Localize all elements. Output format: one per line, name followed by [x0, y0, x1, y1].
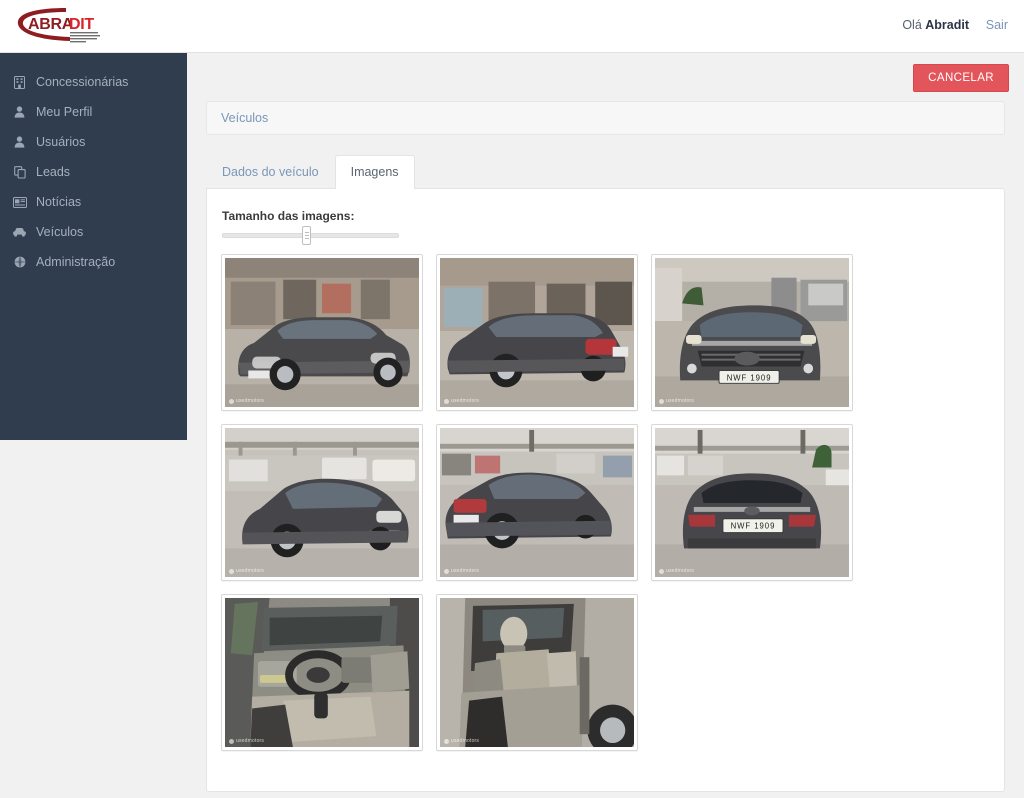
sidebar-item-label: Notícias	[36, 195, 82, 209]
sidebar-item-label: Meu Perfil	[36, 105, 93, 119]
sidebar-item-concessionarias[interactable]: Concessionárias	[0, 67, 187, 97]
building-icon	[10, 75, 29, 89]
sidebar-item-label: Administração	[36, 255, 116, 269]
gallery-thumbnail[interactable]: usedmotors	[221, 424, 423, 581]
vehicle-photo-rear-left-garage: usedmotors	[440, 258, 634, 407]
image-gallery: usedmotors usedmotors NWF 1909 usedmotor…	[221, 254, 990, 751]
sidebar-item-usuarios[interactable]: Usuários	[0, 127, 187, 157]
svg-text:NWF 1909: NWF 1909	[727, 373, 772, 382]
gallery-thumbnail[interactable]: NWF 1909 usedmotors	[651, 424, 853, 581]
top-header: ABRA DIT Olá Abradit Sair	[0, 0, 1024, 53]
tab-imagens[interactable]: Imagens	[334, 155, 415, 189]
sidebar-nav: Concessionárias Meu Perfil Usuários Lead…	[0, 53, 187, 440]
grip-line	[304, 235, 309, 236]
tab-bar: Dados do veículo Imagens	[206, 155, 1005, 189]
vehicle-photo-rear-plate: NWF 1909 usedmotors	[655, 428, 849, 577]
image-size-slider-handle[interactable]	[302, 226, 311, 245]
logo-graphic: ABRA DIT	[17, 8, 100, 43]
user-icon	[10, 105, 29, 119]
main-content: CANCELAR Veículos Dados do veículo Image…	[187, 53, 1024, 798]
sidebar-item-administracao[interactable]: Administração	[0, 247, 187, 277]
gallery-thumbnail[interactable]: usedmotors	[436, 594, 638, 751]
sidebar-item-label: Leads	[36, 165, 71, 179]
logout-link[interactable]: Sair	[986, 18, 1008, 32]
sidebar-item-label: Veículos	[36, 225, 84, 239]
image-size-slider[interactable]	[222, 226, 399, 245]
sidebar-item-leads[interactable]: Leads	[0, 157, 187, 187]
sidebar-item-meu-perfil[interactable]: Meu Perfil	[0, 97, 187, 127]
grip-line	[304, 238, 309, 239]
user-icon	[10, 135, 29, 149]
gallery-thumbnail[interactable]: usedmotors	[221, 254, 423, 411]
breadcrumb: Veículos	[206, 101, 1005, 135]
gallery-thumbnail[interactable]: usedmotors	[221, 594, 423, 751]
images-panel: Tamanho das imagens: usedmotors usedmoto…	[206, 188, 1005, 792]
gallery-thumbnail[interactable]: usedmotors	[436, 254, 638, 411]
car-icon	[10, 225, 29, 239]
abradit-logo[interactable]: ABRA DIT	[14, 5, 114, 49]
newspaper-icon	[10, 195, 29, 209]
gallery-thumbnail[interactable]: usedmotors	[436, 424, 638, 581]
svg-text:NWF 1909: NWF 1909	[731, 522, 776, 531]
tab-dados-do-veiculo[interactable]: Dados do veículo	[206, 155, 335, 188]
sidebar-item-veiculos[interactable]: Veículos	[0, 217, 187, 247]
sidebar-item-label: Usuários	[36, 135, 86, 149]
vehicle-photo-rear-right-lot: usedmotors	[440, 428, 634, 577]
breadcrumb-link-veiculos[interactable]: Veículos	[221, 111, 268, 125]
greeting-username: Abradit	[925, 18, 969, 32]
sidebar-item-label: Concessionárias	[36, 75, 129, 89]
greeting-prefix: Olá	[902, 18, 922, 32]
svg-text:ABRA: ABRA	[28, 16, 74, 33]
vehicle-photo-front-left-garage: usedmotors	[225, 258, 419, 407]
image-size-label: Tamanho das imagens:	[222, 209, 355, 223]
cancel-button[interactable]: CANCELAR	[913, 64, 1009, 92]
globe-icon	[10, 255, 29, 269]
vehicle-photo-front-right-lot: usedmotors	[225, 428, 419, 577]
vehicle-photo-front-plate: NWF 1909 usedmotors	[655, 258, 849, 407]
action-toolbar: CANCELAR	[187, 53, 1024, 101]
gallery-thumbnail[interactable]: NWF 1909 usedmotors	[651, 254, 853, 411]
greeting: Olá Abradit	[902, 18, 969, 32]
grip-line	[304, 232, 309, 233]
svg-text:DIT: DIT	[69, 16, 94, 33]
clipboard-icon	[10, 165, 29, 179]
vehicle-photo-interior-dash: usedmotors	[225, 598, 419, 747]
sidebar-item-noticias[interactable]: Notícias	[0, 187, 187, 217]
vehicle-photo-interior-rear-seats: usedmotors	[440, 598, 634, 747]
